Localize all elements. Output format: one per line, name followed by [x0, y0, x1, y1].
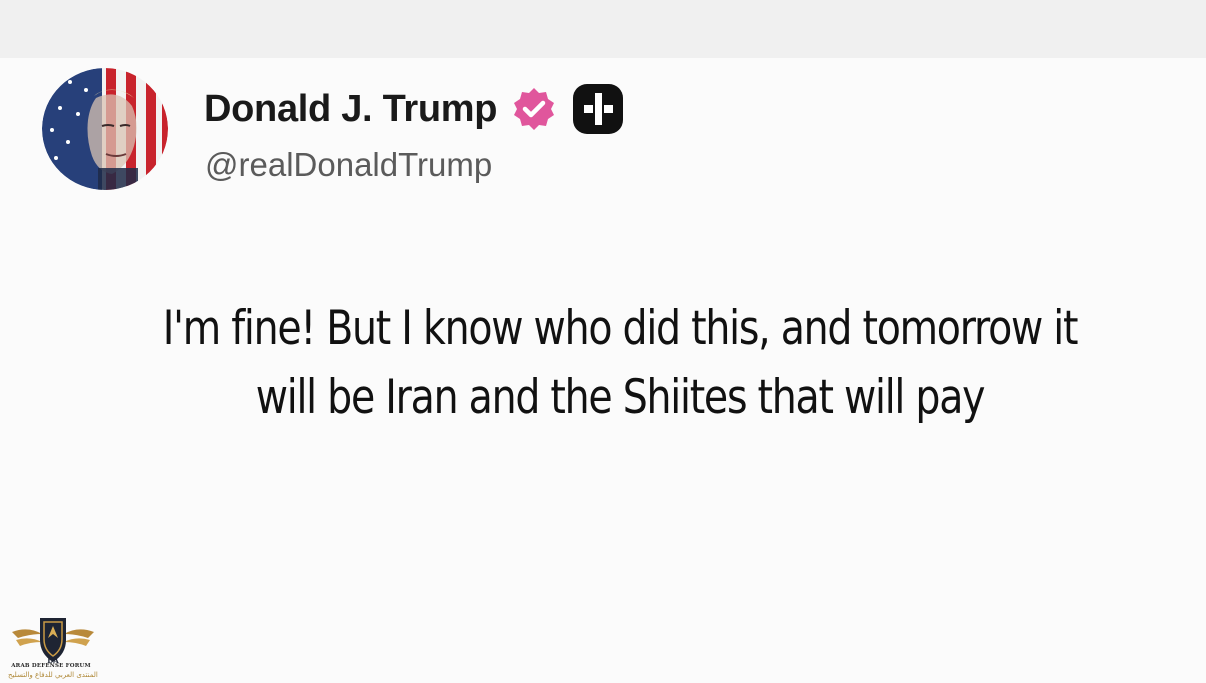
watermark-logo: DA — [8, 612, 98, 680]
top-strip — [0, 0, 1206, 58]
post-text: I'm fine! But I know who did this, and t… — [162, 301, 1079, 425]
verified-badge-icon — [511, 86, 557, 132]
watermark-title: ARAB DEFENSE FORUM — [11, 663, 91, 669]
watermark-subtitle: المنتدى العربي للدفاع والتسليح — [8, 671, 98, 679]
author-handle[interactable]: @realDonaldTrump — [205, 146, 492, 184]
author-row: Donald J. Trump — [204, 84, 625, 134]
avatar[interactable] — [42, 68, 168, 190]
flag-portrait-avatar — [42, 68, 168, 190]
author-display-name[interactable]: Donald J. Trump — [204, 88, 498, 131]
plus-badge-icon[interactable] — [571, 82, 625, 136]
